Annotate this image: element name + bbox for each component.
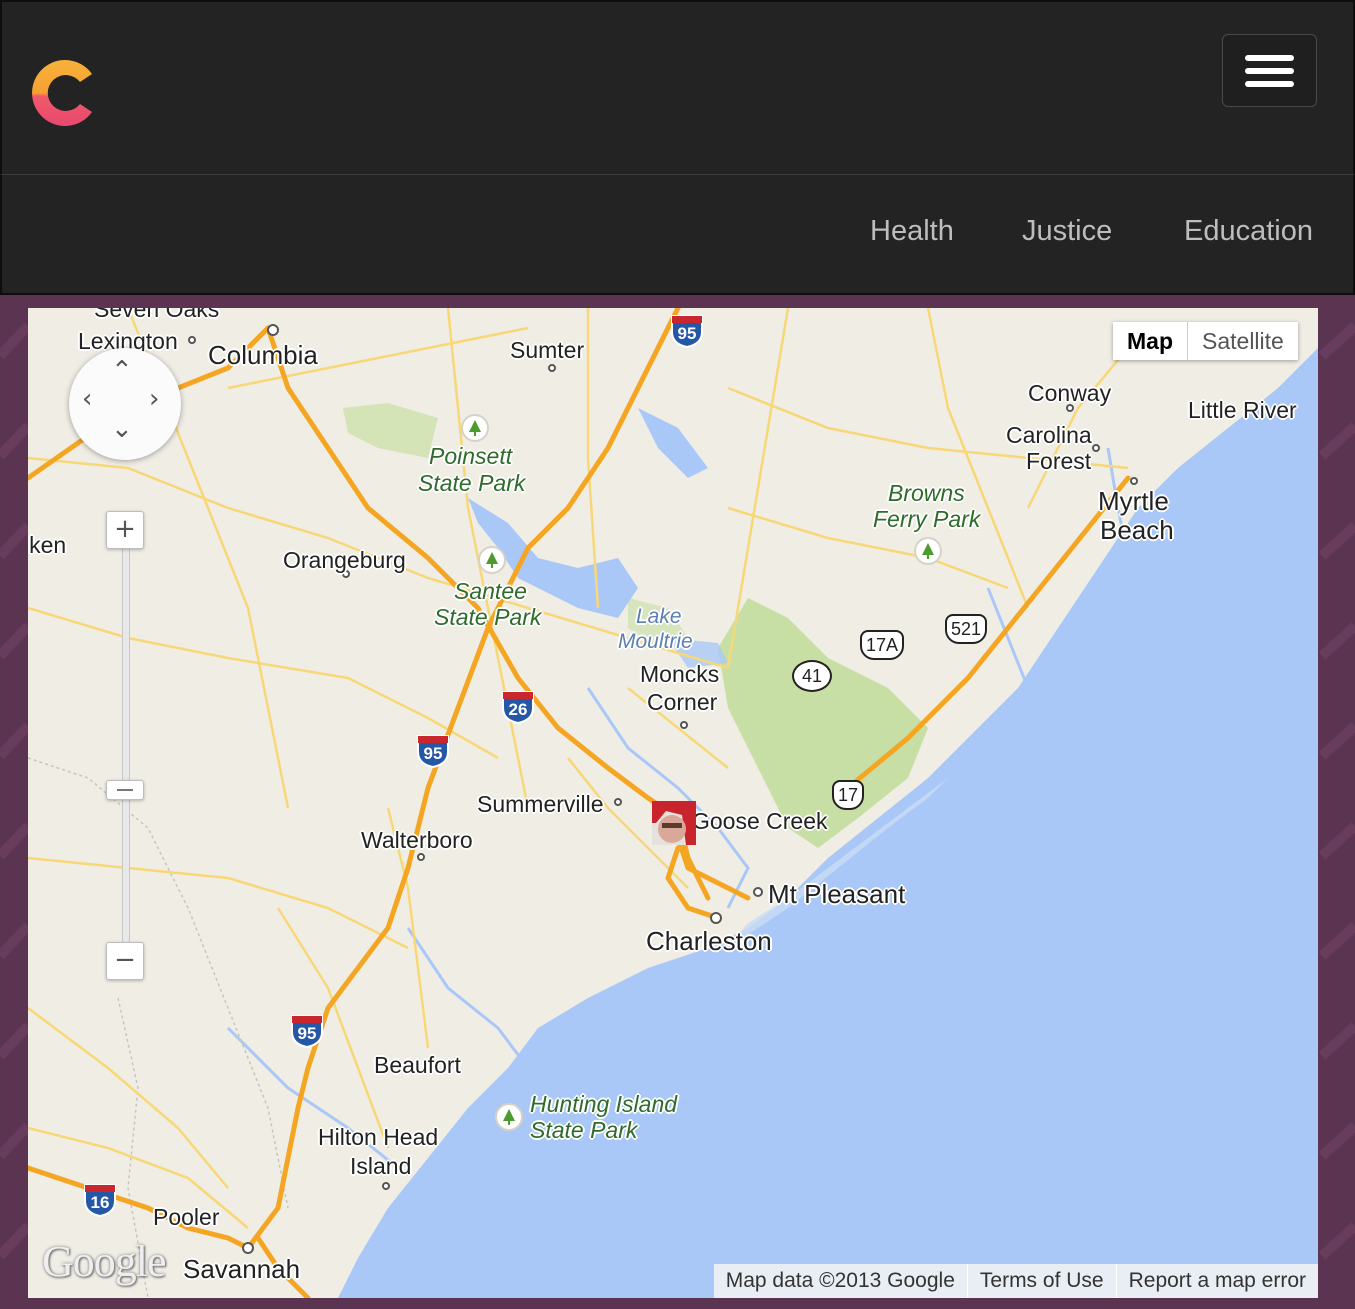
city-label: Sumter bbox=[510, 337, 585, 363]
city-label: iken bbox=[28, 532, 67, 558]
terms-of-use-link[interactable]: Terms of Use bbox=[966, 1264, 1116, 1298]
water-label: Moultrie bbox=[618, 630, 693, 653]
interstate-shield-icon: 26 bbox=[500, 688, 536, 729]
nav-item-education[interactable]: Education bbox=[1184, 215, 1313, 248]
city-label: Forest bbox=[1026, 448, 1092, 474]
google-logo[interactable]: Google bbox=[42, 1236, 167, 1287]
zoom-slider-handle[interactable] bbox=[106, 780, 144, 800]
zoom-in-button[interactable]: + bbox=[106, 511, 144, 549]
city-label: Conway bbox=[1028, 380, 1112, 406]
city-label: Hilton Head bbox=[318, 1124, 439, 1150]
interstate-shield-icon: 95 bbox=[669, 312, 705, 353]
state-route-shield-icon: 41 bbox=[792, 660, 832, 692]
city-label: Moncks bbox=[640, 661, 720, 687]
zoom-out-button[interactable]: − bbox=[106, 942, 144, 980]
city-label: Carolina bbox=[1006, 422, 1092, 448]
report-map-error-link[interactable]: Report a map error bbox=[1115, 1264, 1318, 1298]
city-label: Island bbox=[350, 1153, 412, 1179]
city-label: Beach bbox=[1100, 515, 1174, 545]
city-label: Columbia bbox=[208, 340, 318, 370]
interstate-shield-icon: 95 bbox=[415, 732, 451, 773]
chevron-down-icon[interactable]: ⌄ bbox=[111, 414, 133, 444]
map-type-map-button[interactable]: Map bbox=[1113, 322, 1188, 360]
map-type-satellite-button[interactable]: Satellite bbox=[1188, 322, 1298, 360]
city-label: Mt Pleasant bbox=[768, 879, 906, 909]
park-tree-icon[interactable] bbox=[495, 1103, 523, 1131]
map[interactable]: Seven Oaks Lexington Columbia Sumter Con… bbox=[28, 308, 1318, 1298]
park-label: Ferry Park bbox=[873, 506, 981, 532]
park-label: Hunting Island bbox=[530, 1091, 678, 1117]
us-route-shield-icon: 521 bbox=[945, 614, 988, 644]
us-route-shield-icon: 17A bbox=[860, 630, 905, 660]
zoom-slider-track[interactable] bbox=[122, 538, 130, 970]
nav-item-health[interactable]: Health bbox=[870, 215, 954, 248]
city-label: Orangeburg bbox=[283, 547, 406, 573]
city-label: Beaufort bbox=[374, 1052, 461, 1078]
hamburger-icon-bar bbox=[1245, 68, 1294, 74]
nav-bar: Health Justice Education bbox=[0, 175, 1355, 295]
city-label: Goose Creek bbox=[692, 808, 828, 834]
top-bar bbox=[0, 0, 1355, 175]
logo-icon[interactable] bbox=[30, 52, 96, 134]
park-tree-icon[interactable] bbox=[478, 546, 506, 574]
city-label: Corner bbox=[647, 689, 718, 715]
chevron-right-icon[interactable]: › bbox=[149, 384, 159, 414]
hamburger-icon-bar bbox=[1245, 81, 1294, 87]
pan-control[interactable]: ⌃ ‹ › ⌄ bbox=[69, 348, 181, 460]
city-label: Seven Oaks bbox=[94, 308, 220, 322]
map-data-credit: Map data ©2013 Google bbox=[725, 1269, 955, 1292]
map-attribution: Map data ©2013 Google Terms of Use Repor… bbox=[713, 1264, 1318, 1298]
us-route-shield-icon: 17 bbox=[832, 780, 865, 810]
city-label: Walterboro bbox=[361, 827, 473, 853]
chevron-left-icon[interactable]: ‹ bbox=[82, 384, 92, 414]
hamburger-icon-bar bbox=[1245, 55, 1294, 61]
park-label: Poinsett bbox=[429, 443, 513, 469]
city-label: Myrtle bbox=[1098, 486, 1169, 516]
map-type-control: Map Satellite bbox=[1113, 322, 1298, 360]
water-label: Lake bbox=[636, 605, 682, 628]
interstate-shield-icon: 16 bbox=[82, 1181, 118, 1222]
city-label: Charleston bbox=[646, 926, 772, 956]
park-label: State Park bbox=[434, 604, 542, 630]
user-avatar-marker[interactable] bbox=[652, 801, 696, 845]
city-label: Little River bbox=[1188, 397, 1297, 423]
park-tree-icon[interactable] bbox=[914, 537, 942, 565]
interstate-shield-icon: 95 bbox=[289, 1012, 325, 1053]
chevron-up-icon[interactable]: ⌃ bbox=[111, 356, 133, 386]
park-label: Browns bbox=[888, 480, 965, 506]
city-label: Pooler bbox=[153, 1204, 220, 1230]
park-tree-icon[interactable] bbox=[461, 414, 489, 442]
city-label: Summerville bbox=[477, 791, 604, 817]
menu-button[interactable] bbox=[1222, 34, 1317, 107]
park-label: Santee bbox=[454, 578, 527, 604]
nav-item-justice[interactable]: Justice bbox=[1022, 215, 1112, 248]
city-label: Savannah bbox=[183, 1254, 301, 1284]
park-label: State Park bbox=[418, 470, 526, 496]
park-label: State Park bbox=[530, 1117, 638, 1143]
